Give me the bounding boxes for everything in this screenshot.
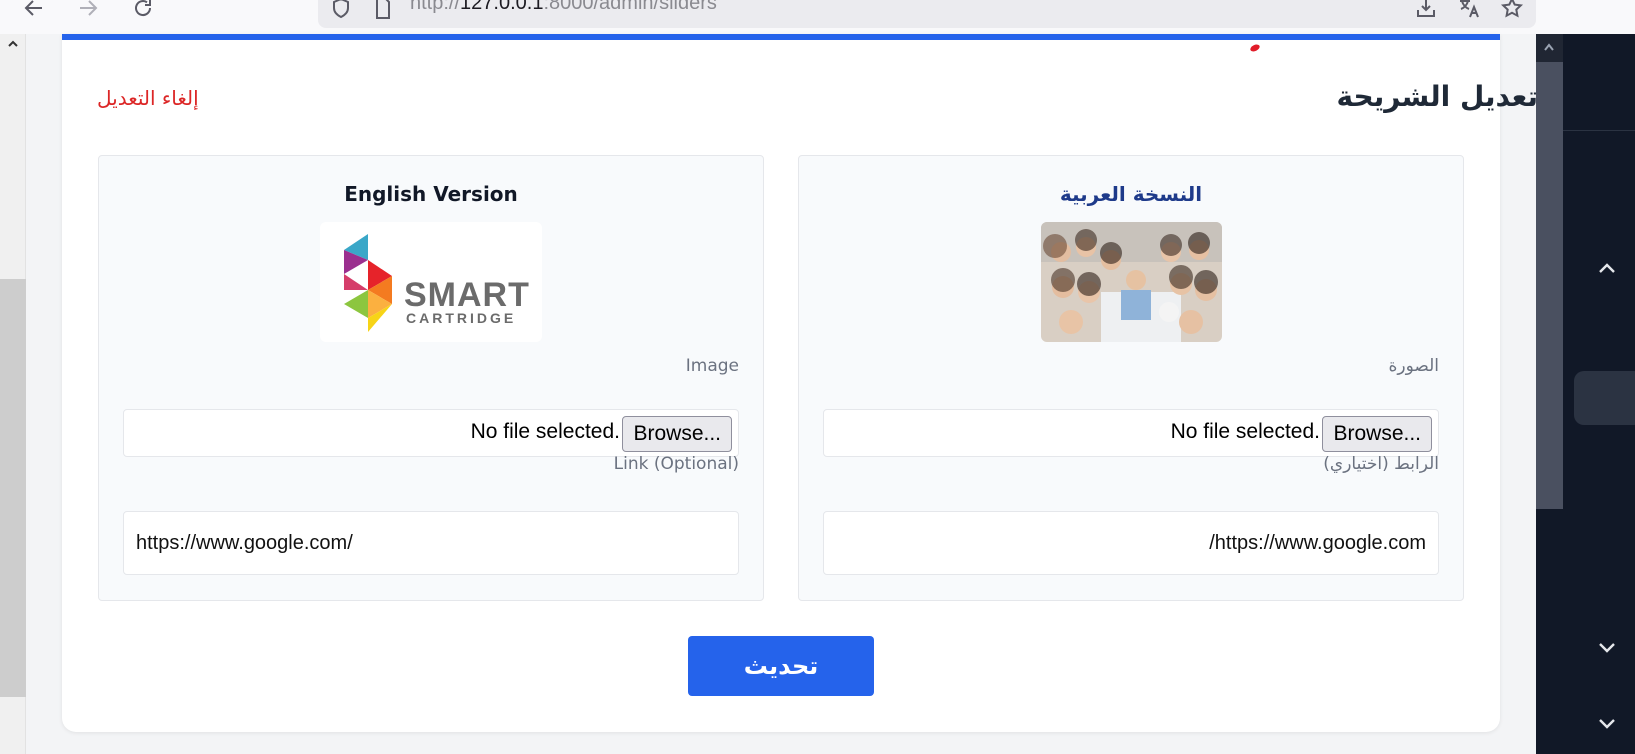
english-browse-button[interactable]: Browse...: [622, 416, 732, 452]
english-no-file-text: No file selected.: [470, 420, 620, 443]
arabic-image-preview: [1041, 222, 1222, 342]
english-version-panel: English Version SMART CARTRIDGE Image Br…: [98, 155, 764, 601]
url-text[interactable]: http://127.0.0.1:8000/admin/sliders: [410, 0, 717, 15]
translate-icon[interactable]: [1457, 0, 1481, 20]
arabic-panel-title: النسخة العربية: [1059, 182, 1203, 206]
smart-cartridge-logo-mark: [344, 234, 392, 332]
sidebar-active-item[interactable]: [1574, 371, 1635, 425]
group-photo: [1041, 222, 1222, 342]
back-arrow-icon[interactable]: [22, 0, 46, 20]
chevron-down-icon[interactable]: [1598, 642, 1616, 654]
arabic-browse-button[interactable]: Browse...: [1322, 416, 1432, 452]
english-panel-title: English Version: [344, 182, 518, 206]
english-link-label: Link (Optional): [613, 454, 739, 474]
left-scrollbar[interactable]: [0, 34, 26, 754]
left-scroll-thumb[interactable]: [0, 279, 26, 697]
english-image-label: Image: [685, 356, 739, 376]
english-image-file-input[interactable]: Browse... No file selected.: [123, 409, 739, 457]
right-scrollbar[interactable]: [1536, 34, 1563, 509]
right-scroll-up[interactable]: [1536, 34, 1563, 62]
arabic-version-panel: النسخة العربية الصورة Browse... No file …: [798, 155, 1464, 601]
english-link-input[interactable]: https://www.google.com/: [123, 511, 739, 575]
bookmark-star-icon[interactable]: [1500, 0, 1524, 20]
arabic-link-input[interactable]: https://www.google.com/: [823, 511, 1439, 575]
update-button[interactable]: تحديث: [688, 636, 874, 696]
reload-icon[interactable]: [131, 0, 155, 20]
forward-arrow-icon[interactable]: [76, 0, 100, 20]
shield-icon[interactable]: [329, 0, 353, 20]
cancel-edit-link[interactable]: إلغاء التعديل: [97, 86, 199, 110]
logo-subword: CARTRIDGE: [406, 310, 517, 326]
arabic-image-label: الصورة: [1388, 356, 1439, 376]
chevron-down-icon[interactable]: [1598, 718, 1616, 730]
english-image-preview: SMART CARTRIDGE: [320, 222, 542, 342]
sidebar-divider: [1563, 130, 1635, 131]
chevron-up-icon[interactable]: [1598, 262, 1616, 274]
arabic-link-label: الرابط (اختياري): [1323, 454, 1439, 474]
chevron-up-icon[interactable]: [1543, 42, 1555, 52]
page-icon: [376, 0, 390, 19]
download-icon[interactable]: [1414, 0, 1438, 20]
chevron-up-icon[interactable]: [7, 38, 19, 50]
page-title: تعديل الشريحة: [1336, 80, 1538, 113]
browser-toolbar: http://127.0.0.1:8000/admin/sliders: [0, 0, 1635, 34]
arabic-no-file-text: No file selected.: [1170, 420, 1320, 443]
arabic-image-file-input[interactable]: Browse... No file selected.: [823, 409, 1439, 457]
